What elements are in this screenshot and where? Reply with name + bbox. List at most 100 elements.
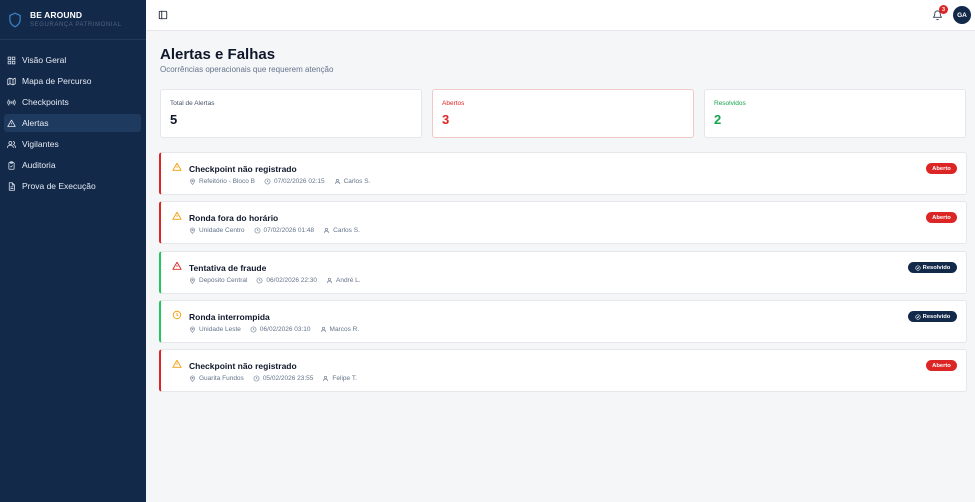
alert-title: Tentativa de fraude	[189, 263, 267, 273]
alert-datetime: 05/02/2026 23:55	[262, 375, 314, 382]
clipboard-icon	[8, 160, 15, 170]
shield-icon	[9, 12, 21, 27]
alert-meta: Guarita Fundos 05/02/2026 23:55 Felipe T…	[189, 375, 366, 382]
alert-title: Checkpoint não registrado	[189, 361, 297, 371]
sidebar-item-alertas[interactable]: Alertas	[4, 114, 141, 132]
sidebar-item-label: Vigilantes	[22, 139, 59, 149]
sidebar-item-label: Visão Geral	[22, 55, 67, 65]
status-badge: Resolvido	[908, 311, 957, 322]
notification-badge: 3	[939, 5, 948, 14]
topbar: 3 GA	[146, 0, 975, 31]
sidebar-item-vigilantes[interactable]: Vigilantes	[4, 135, 141, 153]
sidebar-toggle-icon[interactable]	[158, 10, 168, 20]
check-circle-icon	[915, 264, 921, 271]
radio-icon	[7, 98, 16, 106]
alert-location: Unidade Centro	[199, 227, 245, 234]
warning-icon	[172, 162, 182, 171]
alert-person: Carlos S.	[333, 227, 360, 234]
status-badge-label: Resolvido	[922, 264, 951, 271]
alert-card[interactable]: Tentativa de fraude Depósito Central 06/…	[159, 251, 967, 294]
alert-datetime: 07/02/2026 01:48	[263, 227, 315, 234]
brand: BE AROUND SEGURANÇA PATRIMONIAL	[0, 0, 146, 40]
file-icon	[8, 181, 15, 191]
stat-card-solved: Resolvidos 2	[704, 89, 966, 138]
alert-card[interactable]: Checkpoint não registrado Guarita Fundos…	[159, 349, 967, 392]
sidebar-item-prova-de-execucao[interactable]: Prova de Execução	[4, 177, 141, 195]
warning-icon	[172, 211, 182, 220]
stat-card-total: Total de Alertas 5	[160, 89, 422, 138]
alert-title: Checkpoint não registrado	[189, 164, 297, 174]
users-icon	[7, 140, 16, 148]
map-icon	[7, 77, 16, 85]
map-pin-icon	[190, 277, 195, 284]
map-pin-icon	[190, 178, 195, 185]
dashboard-icon	[7, 56, 16, 64]
status-badge: Aberto	[926, 163, 957, 174]
user-icon	[323, 375, 329, 382]
check-circle-icon	[915, 313, 921, 320]
status-badge: Aberto	[926, 360, 957, 371]
sidebar-item-auditoria[interactable]: Auditoria	[4, 156, 141, 174]
alert-datetime: 07/02/2026 02:15	[274, 178, 325, 185]
clock-icon	[254, 227, 260, 234]
alert-location: Guarita Fundos	[199, 375, 244, 382]
alert-title: Ronda interrompida	[189, 312, 270, 322]
stat-label: Total de Alertas	[170, 100, 215, 107]
alert-location: Refeitório - Bloco B	[199, 178, 255, 185]
page-title: Alertas e Falhas	[160, 46, 276, 63]
sidebar-item-label: Auditoria	[22, 160, 56, 170]
stat-label: Resolvidos	[714, 100, 746, 107]
clock-icon	[253, 375, 260, 382]
stat-value: 5	[170, 112, 178, 127]
user-icon	[324, 227, 330, 234]
alert-person: Carlos S.	[343, 178, 371, 185]
clock-icon	[264, 178, 271, 185]
clock-icon	[257, 277, 263, 284]
avatar[interactable]: GA	[953, 6, 971, 24]
brand-subtitle: SEGURANÇA PATRIMONIAL	[30, 22, 122, 29]
alert-meta: Depósito Central 06/02/2026 22:30 André …	[189, 277, 370, 284]
sidebar-item-mapa-de-percurso[interactable]: Mapa de Percurso	[4, 72, 141, 90]
danger-icon	[172, 261, 182, 270]
status-badge-label: Resolvido	[922, 313, 951, 320]
clock-icon	[250, 326, 257, 333]
map-pin-icon	[190, 326, 195, 333]
user-icon	[334, 178, 340, 185]
alert-person: Felipe T.	[332, 375, 357, 382]
alert-person: André L.	[336, 277, 361, 284]
sidebar-item-visao-geral[interactable]: Visão Geral	[4, 51, 141, 69]
alert-person: Marcos R.	[329, 326, 360, 333]
stat-value: 3	[442, 112, 450, 127]
stat-label: Abertos	[442, 100, 465, 107]
sidebar-item-label: Checkpoints	[22, 97, 69, 107]
status-badge: Resolvido	[908, 262, 957, 273]
stat-value: 2	[714, 112, 722, 127]
alert-triangle-icon	[7, 119, 16, 127]
sidebar-item-label: Prova de Execução	[22, 181, 96, 191]
alert-card[interactable]: Ronda fora do horário Unidade Centro 07/…	[159, 201, 967, 244]
sidebar-item-label: Mapa de Percurso	[22, 76, 92, 86]
warning-icon	[172, 359, 182, 368]
alert-card[interactable]: Ronda interrompida Unidade Leste 06/02/2…	[159, 300, 967, 343]
page-subtitle: Ocorrências operacionais que requerem at…	[160, 65, 334, 74]
status-badge: Aberto	[926, 212, 957, 223]
alert-location: Depósito Central	[199, 277, 248, 284]
user-icon	[320, 326, 326, 333]
sidebar-item-checkpoints[interactable]: Checkpoints	[4, 93, 141, 111]
sidebar-item-label: Alertas	[22, 118, 49, 128]
alert-location: Unidade Leste	[199, 326, 241, 333]
sidebar-nav: Visão Geral Mapa de Percurso Checkpoints…	[0, 40, 146, 195]
alert-meta: Refeitório - Bloco B 07/02/2026 02:15 Ca…	[189, 178, 379, 185]
alert-meta: Unidade Centro 07/02/2026 01:48 Carlos S…	[189, 227, 369, 234]
alert-datetime: 06/02/2026 03:10	[259, 326, 311, 333]
clock-icon	[172, 310, 182, 320]
alert-datetime: 06/02/2026 22:30	[266, 277, 318, 284]
alert-title: Ronda fora do horário	[189, 213, 279, 223]
alert-card[interactable]: Checkpoint não registrado Refeitório - B…	[159, 152, 967, 195]
sidebar: BE AROUND SEGURANÇA PATRIMONIAL Visão Ge…	[0, 0, 146, 502]
map-pin-icon	[190, 227, 195, 234]
stat-card-open: Abertos 3	[432, 89, 694, 138]
user-icon	[326, 277, 333, 284]
map-pin-icon	[190, 375, 195, 382]
brand-name: BE AROUND	[30, 9, 83, 20]
